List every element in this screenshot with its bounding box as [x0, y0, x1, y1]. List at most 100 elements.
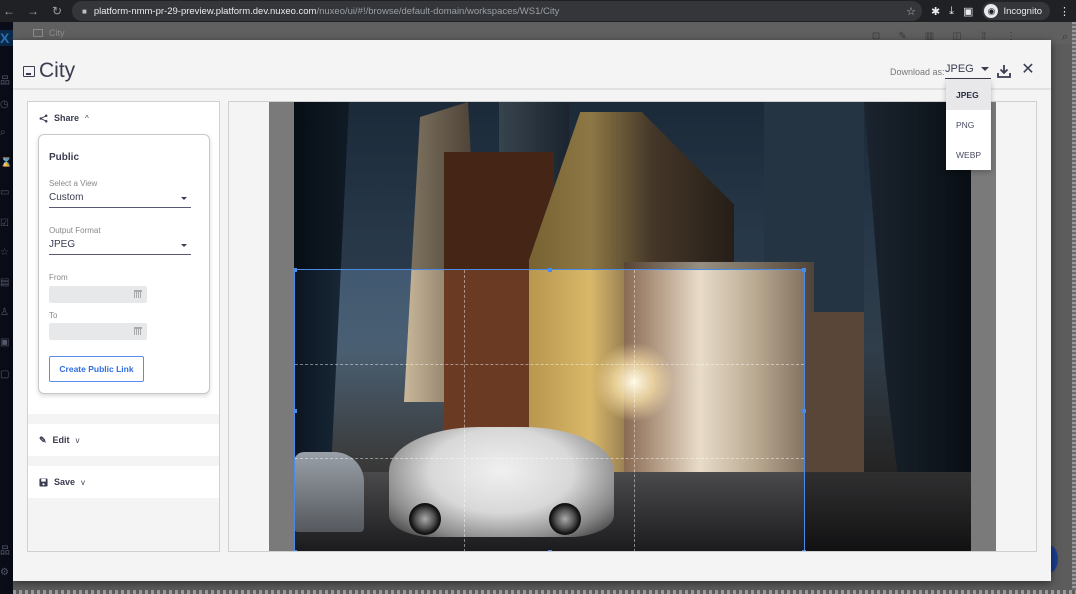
share-label: Share [54, 113, 80, 123]
crop-mask-top [294, 102, 805, 269]
tasks-icon[interactable]: ⌛ [0, 157, 13, 168]
calendar-icon[interactable] [134, 327, 142, 335]
document-icon [33, 29, 43, 37]
dialog-title-text: City [39, 59, 76, 82]
download-as-label: Download as: [890, 67, 945, 77]
caret-down-icon [981, 67, 989, 71]
profile-icon[interactable]: ♙ [0, 307, 13, 318]
downloads-icon[interactable]: ⤓ [949, 5, 954, 18]
crop-selection[interactable] [293, 268, 806, 551]
download-format-value: JPEG [945, 63, 974, 75]
incognito-label: Incognito [1003, 5, 1042, 17]
chevron-down-icon: v [81, 477, 86, 487]
output-format-value: JPEG [49, 239, 76, 250]
download-format-menu: JPEG PNG WEBP [946, 80, 991, 170]
favorites-icon[interactable]: ☆ [0, 247, 13, 258]
address-bar[interactable]: ■ platform-nmm-pr-29-preview.platform.de… [72, 1, 922, 21]
crop-handle-top-left[interactable] [293, 268, 297, 272]
bookmark-star-icon[interactable]: ☆ [906, 5, 916, 18]
format-option-png[interactable]: PNG [946, 110, 991, 140]
nuxeo-logo-icon[interactable]: X [0, 30, 13, 46]
caret-down-icon [181, 197, 187, 200]
view-value: Custom [49, 192, 84, 203]
chevron-up-icon: ^ [85, 113, 89, 123]
view-select[interactable]: Custom [49, 192, 191, 208]
reload-icon[interactable]: ↻ [50, 4, 64, 18]
extensions-icon[interactable]: ✱ [931, 5, 940, 18]
edit-label: Edit [52, 435, 70, 445]
dialog-header: City Download as: JPEG ✕ [13, 40, 1051, 90]
crop-handle-left[interactable] [293, 409, 297, 413]
crop-guide [295, 363, 804, 365]
trash-icon[interactable]: ▢ [0, 369, 13, 380]
share-section: Share ^ Public Select a View Custom Outp… [28, 102, 219, 414]
to-label: To [49, 311, 58, 320]
close-icon: ✕ [1021, 61, 1035, 78]
side-panel-icon[interactable]: ▣ [963, 5, 973, 18]
edit-section-toggle[interactable]: ✎ Edit v [28, 424, 219, 456]
screen-edge [1072, 22, 1076, 594]
incognito-avatar-icon: ◉ [984, 4, 999, 18]
actions-panel: Share ^ Public Select a View Custom Outp… [27, 101, 220, 552]
user-settings-icon[interactable]: ⚙ [0, 567, 13, 578]
crop-guide [633, 270, 635, 551]
badge-icon[interactable]: ▣ [0, 337, 13, 348]
calendar-icon[interactable] [134, 290, 142, 298]
public-link-card: Public Select a View Custom Output Forma… [38, 134, 210, 394]
history-icon[interactable]: ◷ [0, 99, 13, 110]
admin-icon[interactable]: 品 [0, 542, 13, 557]
to-date-input[interactable] [49, 323, 147, 340]
output-format-select[interactable]: JPEG [49, 239, 191, 255]
url-path: /nuxeo/ui/#!/browse/default-domain/works… [316, 5, 560, 17]
crop-guide [295, 457, 804, 459]
crop-handle-bottom-right[interactable] [802, 550, 806, 551]
url-host: platform-nmm-pr-29-preview.platform.dev.… [93, 5, 317, 17]
image-editor-canvas [228, 101, 1037, 552]
incognito-profile[interactable]: ◉ Incognito [982, 2, 1050, 20]
crop-handle-right[interactable] [802, 409, 806, 413]
app-search-icon[interactable]: ⌕ [1062, 31, 1068, 44]
close-button[interactable]: ✕ [1021, 62, 1035, 78]
from-date-input[interactable] [49, 286, 147, 303]
output-format-label: Output Format [49, 226, 101, 235]
chevron-down-icon: v [75, 435, 80, 445]
lock-icon: ■ [82, 6, 87, 16]
breadcrumb-title[interactable]: City [49, 28, 65, 38]
back-icon[interactable]: ← [2, 4, 16, 18]
crop-handle-bottom-left[interactable] [293, 550, 297, 551]
save-label: Save [54, 477, 76, 487]
download-button[interactable] [996, 63, 1012, 79]
image-preview-dialog: City Download as: JPEG ✕ JPEG PNG WEBP S… [13, 40, 1051, 581]
browser-menu-icon[interactable]: ⋮ [1059, 5, 1070, 18]
public-title: Public [49, 152, 80, 163]
forward-icon[interactable]: → [26, 4, 40, 18]
search-icon[interactable]: ⌕ [0, 127, 13, 138]
format-option-webp[interactable]: WEBP [946, 140, 991, 170]
download-icon [997, 65, 1011, 78]
format-option-jpeg[interactable]: JPEG [946, 80, 991, 110]
browser-actions: ✱ ⤓ ▣ ◉ Incognito ⋮ [931, 0, 1070, 22]
crop-handle-top[interactable] [547, 268, 552, 272]
crop-guide [464, 270, 466, 551]
crop-handle-bottom[interactable] [547, 550, 552, 551]
browser-toolbar: ← → ↻ ⌂ ■ platform-nmm-pr-29-preview.pla… [0, 0, 1076, 22]
save-section-toggle[interactable]: Save v [28, 466, 219, 498]
breadcrumb: City [33, 28, 65, 38]
clipboard-icon[interactable]: ☑ [0, 218, 13, 229]
dialog-title: City [23, 59, 75, 83]
crop-handle-top-right[interactable] [802, 268, 806, 272]
pencil-icon: ✎ [39, 434, 47, 445]
image-icon [23, 65, 35, 77]
share-section-toggle[interactable]: Share ^ [28, 102, 219, 134]
download-format-select[interactable]: JPEG [945, 63, 991, 79]
screen-edge-bottom [13, 590, 1076, 594]
collections-icon[interactable]: ▭ [0, 187, 13, 198]
caret-down-icon [181, 244, 187, 247]
recent-icon[interactable]: ▤ [0, 277, 13, 288]
hierarchy-icon[interactable]: 品 [0, 72, 13, 87]
save-icon [39, 477, 48, 487]
view-label: Select a View [49, 179, 98, 188]
create-public-link-button[interactable]: Create Public Link [49, 356, 144, 382]
from-label: From [49, 273, 68, 282]
share-icon [39, 114, 48, 122]
